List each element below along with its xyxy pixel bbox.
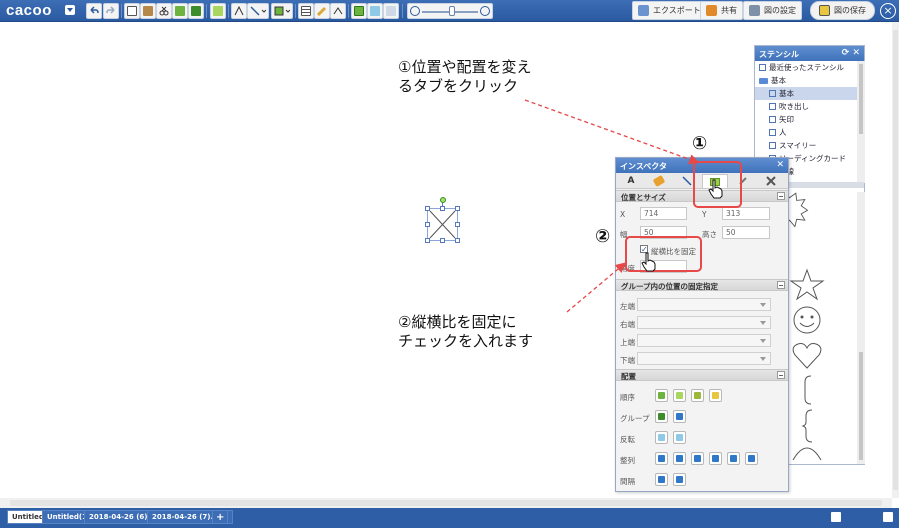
page-tab-bar: Untitled Untitled(1) 2018-04-26 (6).png … <box>0 508 899 528</box>
page-list-icon[interactable] <box>831 512 841 522</box>
arrow-to-checkbox <box>566 262 626 313</box>
arrow-to-tab <box>524 99 700 165</box>
cacoo-editor: cacoo エクスポート 共有 図の設定 図の保存 × ステンシル ⟳ ✕ 最近… <box>0 0 899 528</box>
annotation-arrows <box>524 99 700 313</box>
fullscreen-icon[interactable] <box>883 512 893 522</box>
add-page-button[interactable]: + <box>212 510 229 524</box>
hand-cursor-icon <box>708 179 723 199</box>
hand-cursor-icon <box>641 252 656 272</box>
